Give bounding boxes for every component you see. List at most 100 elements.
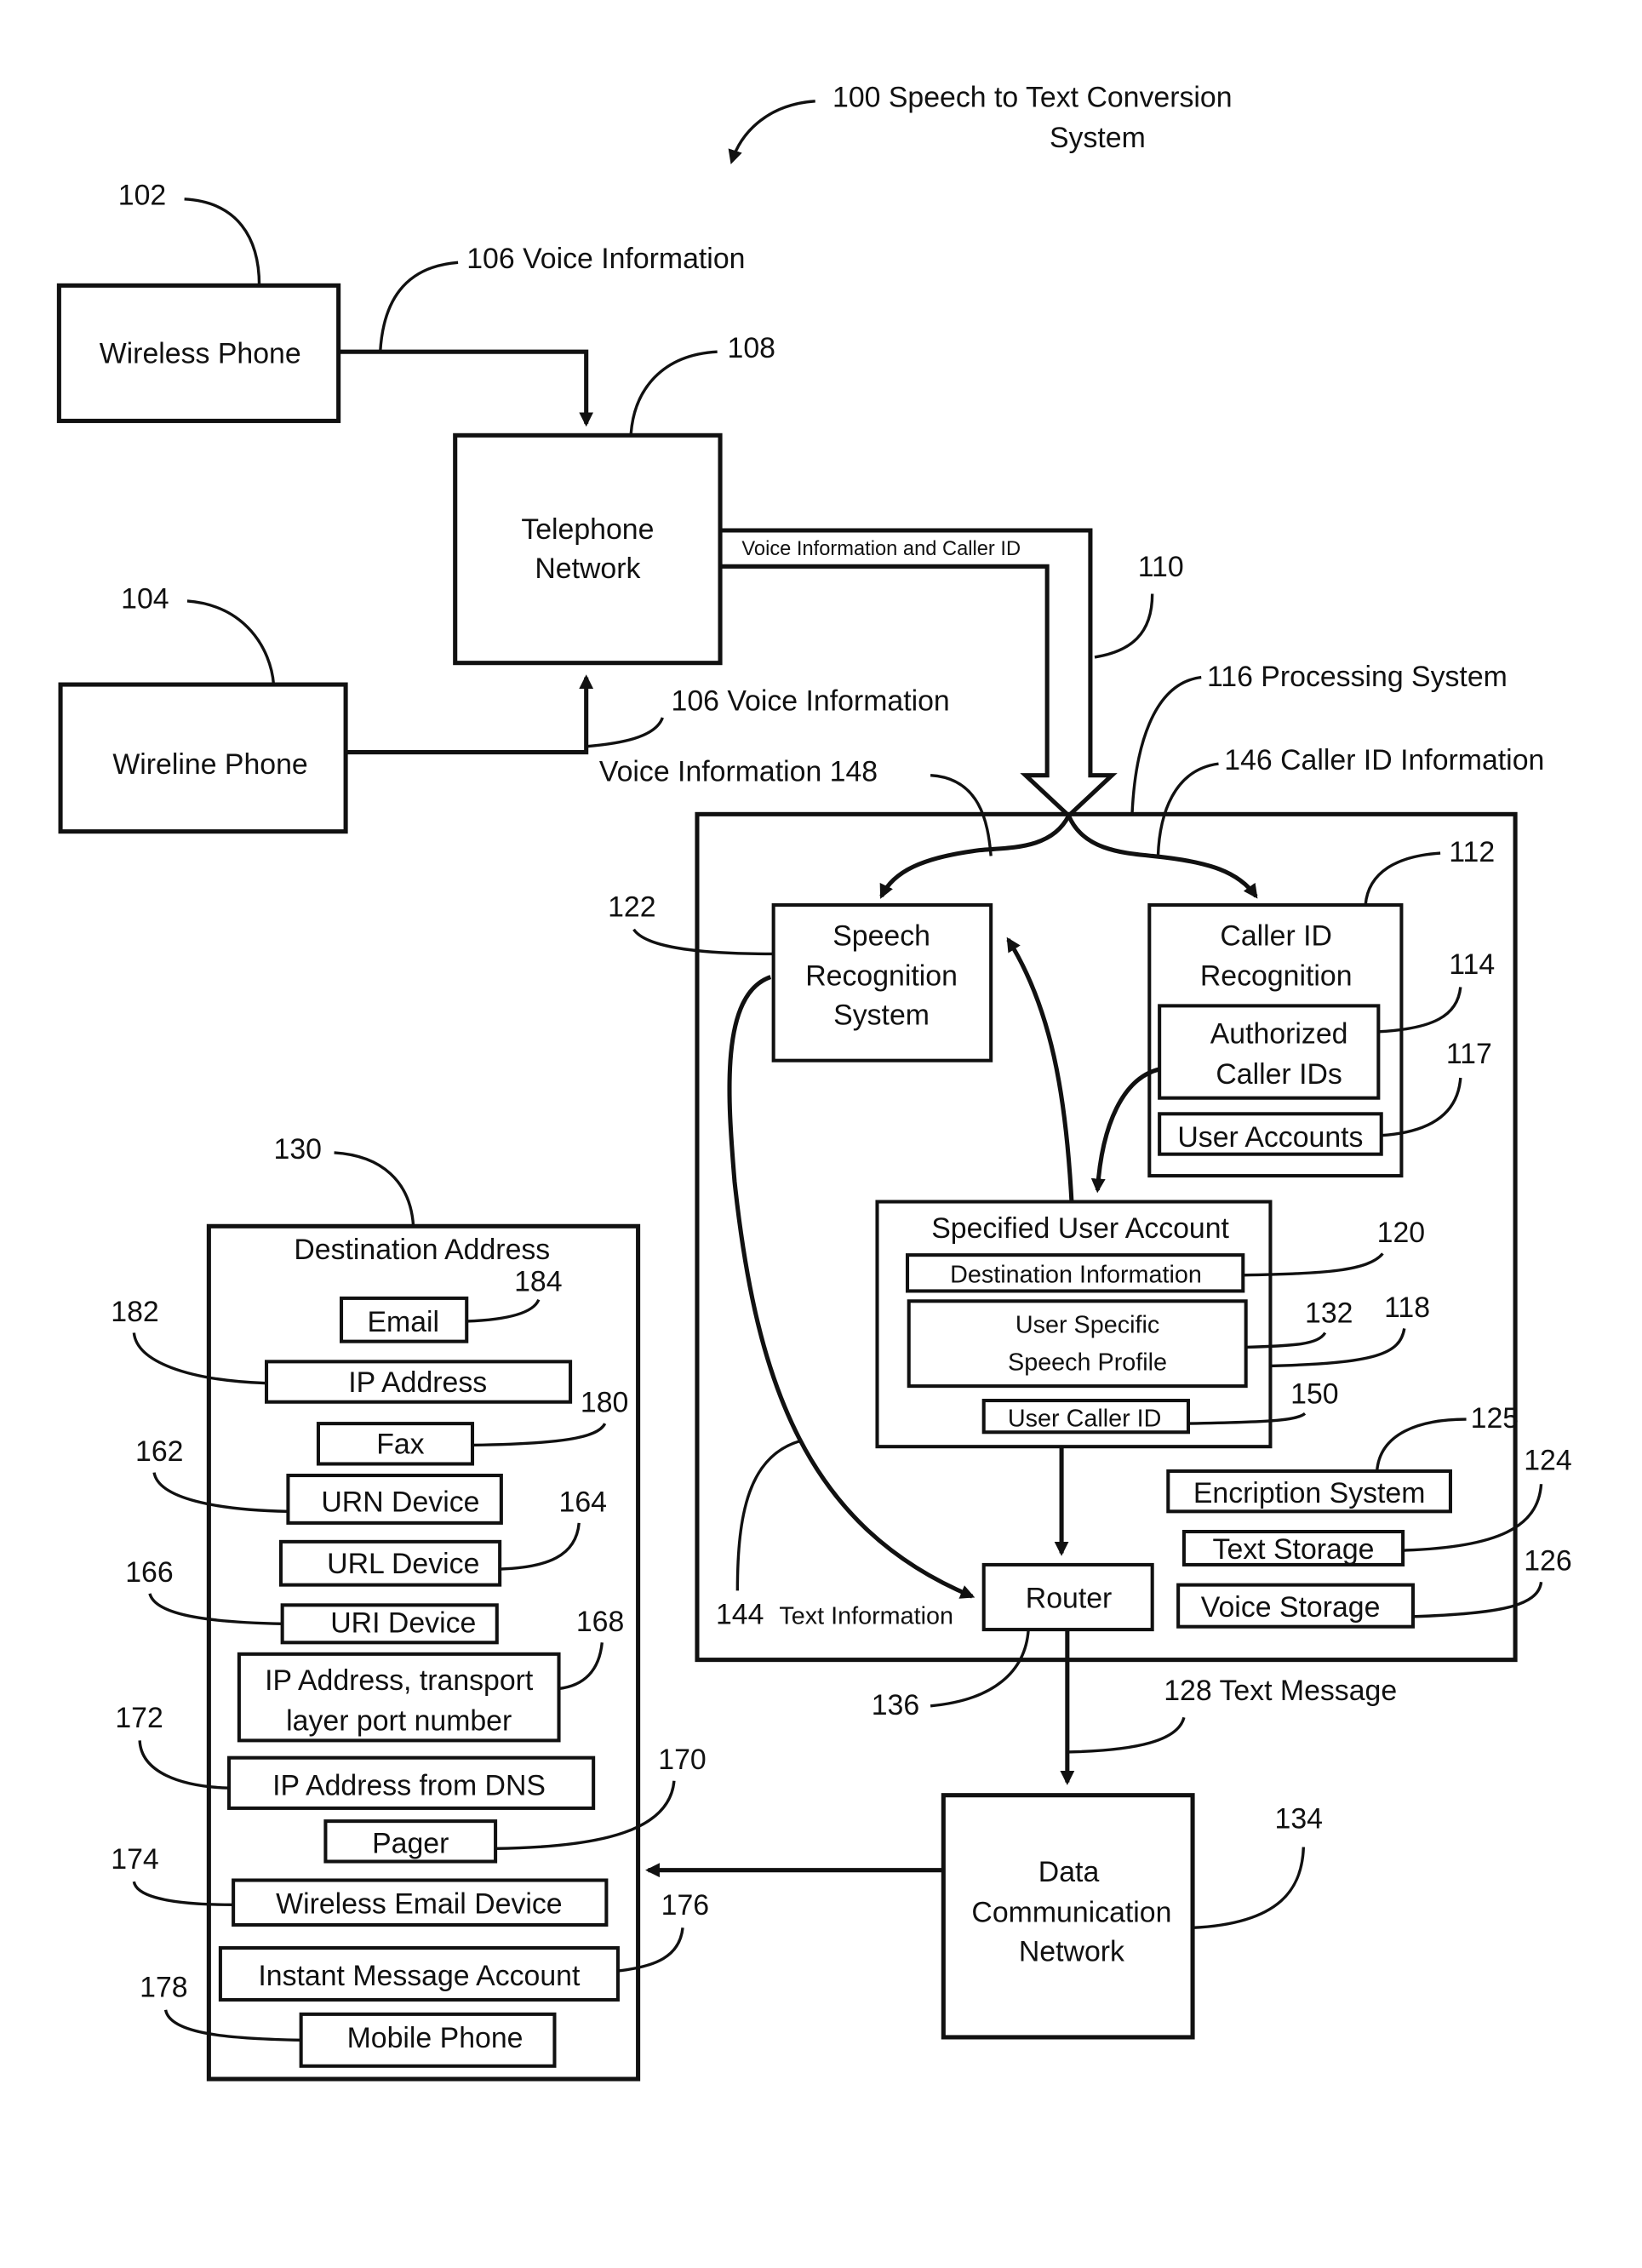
user-accounts-label: User Accounts: [1177, 1121, 1363, 1154]
ref-174: 174: [111, 1843, 158, 1876]
telephone-network-label-1: Telephone: [521, 513, 654, 546]
data-network-label-3: Network: [1019, 1935, 1124, 1967]
label-128-leader: [1067, 1716, 1186, 1754]
ref-164: 164: [559, 1486, 607, 1518]
dest-instant-message-label: Instant Message Account: [258, 1960, 581, 1992]
flow-wireless-to-network: [338, 349, 594, 427]
wireline-phone-node: Wireline Phone 104: [58, 582, 348, 834]
ref-126: 126: [1524, 1545, 1571, 1578]
ref-176: 176: [661, 1889, 709, 1922]
ref-112: 112: [1449, 836, 1495, 868]
dest-ip-address-label: IP Address: [348, 1366, 487, 1399]
dest-url-device-label: URL Device: [327, 1548, 479, 1580]
speech-profile-label-2: Speech Profile: [1008, 1349, 1167, 1377]
label-caller-id-146: 146 Caller ID Information: [1224, 744, 1544, 776]
ref-178: 178: [140, 1972, 187, 2004]
wireless-phone-label: Wireless Phone: [100, 338, 301, 370]
dest-ip-port-label-1: IP Address, transport: [265, 1664, 534, 1697]
data-network-label-1: Data: [1038, 1856, 1100, 1888]
ref-110: 110: [1138, 551, 1184, 583]
label-106-wireless-leader: [379, 261, 459, 352]
ref-102-leader: [184, 198, 261, 286]
ref-130: 130: [273, 1133, 321, 1166]
data-network-label-2: Communication: [971, 1897, 1171, 1929]
telephone-network-node: Telephone Network 108: [453, 332, 775, 666]
dest-wireless-email-label: Wireless Email Device: [276, 1887, 562, 1920]
data-network-node: Data Communication Network 134: [941, 1793, 1323, 2040]
ref-118: 118: [1384, 1292, 1430, 1324]
ref-170: 170: [658, 1744, 706, 1776]
text-storage-label: Text Storage: [1213, 1533, 1375, 1566]
label-106-wireline: 106 Voice Information: [672, 685, 950, 718]
ref-180: 180: [581, 1387, 628, 1419]
speech-recognition-label-2: Recognition: [805, 960, 958, 993]
flow-wireline-to-network: [346, 674, 594, 755]
title-line-1: 100 Speech to Text Conversion: [832, 82, 1233, 114]
voice-storage-label: Voice Storage: [1201, 1591, 1381, 1624]
wireline-phone-label: Wireline Phone: [112, 748, 307, 781]
ref-108: 108: [728, 332, 775, 364]
label-voice-and-caller-id: Voice Information and Caller ID: [741, 538, 1021, 560]
ref-125: 125: [1471, 1402, 1519, 1435]
ref-130-leader: [334, 1151, 415, 1227]
ref-124: 124: [1524, 1444, 1571, 1476]
telephone-network-box: [453, 432, 723, 666]
ref-108-leader: [629, 350, 718, 436]
label-voice-info-148: Voice Information 148: [599, 755, 878, 788]
dest-mobile-phone-label: Mobile Phone: [347, 2022, 523, 2054]
destination-address-label: Destination Address: [294, 1234, 550, 1266]
ref-122: 122: [608, 891, 655, 923]
encryption-system-label: Encription System: [1193, 1477, 1426, 1509]
dest-uri-device-label: URI Device: [330, 1606, 476, 1639]
dest-urn-device-label: URN Device: [321, 1486, 479, 1518]
ref-168: 168: [576, 1606, 624, 1638]
telephone-network-label-2: Network: [535, 553, 640, 585]
caller-id-label-1: Caller ID: [1220, 919, 1332, 952]
ref-182: 182: [111, 1296, 158, 1328]
wireless-phone-node: Wireless Phone 102: [56, 180, 341, 423]
speech-recognition-node: Speech Recognition System 122: [608, 891, 993, 1062]
caller-id-label-2: Recognition: [1200, 960, 1353, 993]
processing-system-leader: [1130, 675, 1202, 815]
title-pointer: [728, 100, 815, 165]
ref-102: 102: [118, 180, 166, 212]
ref-132: 132: [1305, 1297, 1353, 1330]
label-144-num: 144: [716, 1598, 764, 1630]
ref-134-leader: [1192, 1847, 1306, 1930]
label-text-message-128: 128 Text Message: [1164, 1675, 1397, 1707]
ref-120: 120: [1377, 1217, 1425, 1249]
processing-system-label: 116 Processing System: [1207, 661, 1508, 693]
label-106-wireless: 106 Voice Information: [466, 243, 745, 275]
user-caller-id-label: User Caller ID: [1008, 1405, 1162, 1432]
ref-166: 166: [125, 1556, 173, 1589]
dest-email-label: Email: [367, 1306, 439, 1338]
destination-information-label: Destination Information: [950, 1261, 1202, 1288]
title-line-2: System: [1050, 122, 1146, 154]
speech-recognition-label-1: Speech: [832, 919, 930, 952]
specified-user-account-label: Specified User Account: [931, 1212, 1229, 1245]
ref-136: 136: [872, 1689, 919, 1721]
ref-134: 134: [1275, 1803, 1323, 1836]
speech-recognition-label-3: System: [833, 999, 930, 1031]
label-144-text: Text Information: [779, 1602, 953, 1629]
dest-fax-label: Fax: [376, 1429, 424, 1461]
ref-104: 104: [121, 582, 169, 615]
destination-address-node: Destination Address 130 Email 184 IP Add…: [111, 1133, 709, 2082]
speech-profile-label-1: User Specific: [1016, 1312, 1159, 1339]
ref-184: 184: [514, 1265, 562, 1297]
ref-110-leader: [1094, 593, 1154, 659]
ref-172: 172: [115, 1702, 163, 1734]
dest-ip-port-label-2: layer port number: [286, 1705, 512, 1738]
authorized-caller-ids-label-1: Authorized: [1210, 1017, 1348, 1050]
ref-114: 114: [1449, 948, 1495, 981]
ref-117: 117: [1446, 1038, 1492, 1070]
ref-104-leader: [186, 599, 276, 685]
ref-150: 150: [1290, 1377, 1338, 1410]
speech-to-text-diagram: 100 Speech to Text Conversion System Wir…: [56, 82, 1572, 2082]
dest-pager-label: Pager: [372, 1827, 449, 1859]
router-label: Router: [1026, 1583, 1113, 1615]
figure-title: 100 Speech to Text Conversion System: [728, 82, 1233, 165]
authorized-caller-ids-label-2: Caller IDs: [1216, 1058, 1342, 1091]
label-106-wireline-leader: [586, 717, 664, 748]
dest-ip-dns-label: IP Address from DNS: [272, 1770, 546, 1802]
